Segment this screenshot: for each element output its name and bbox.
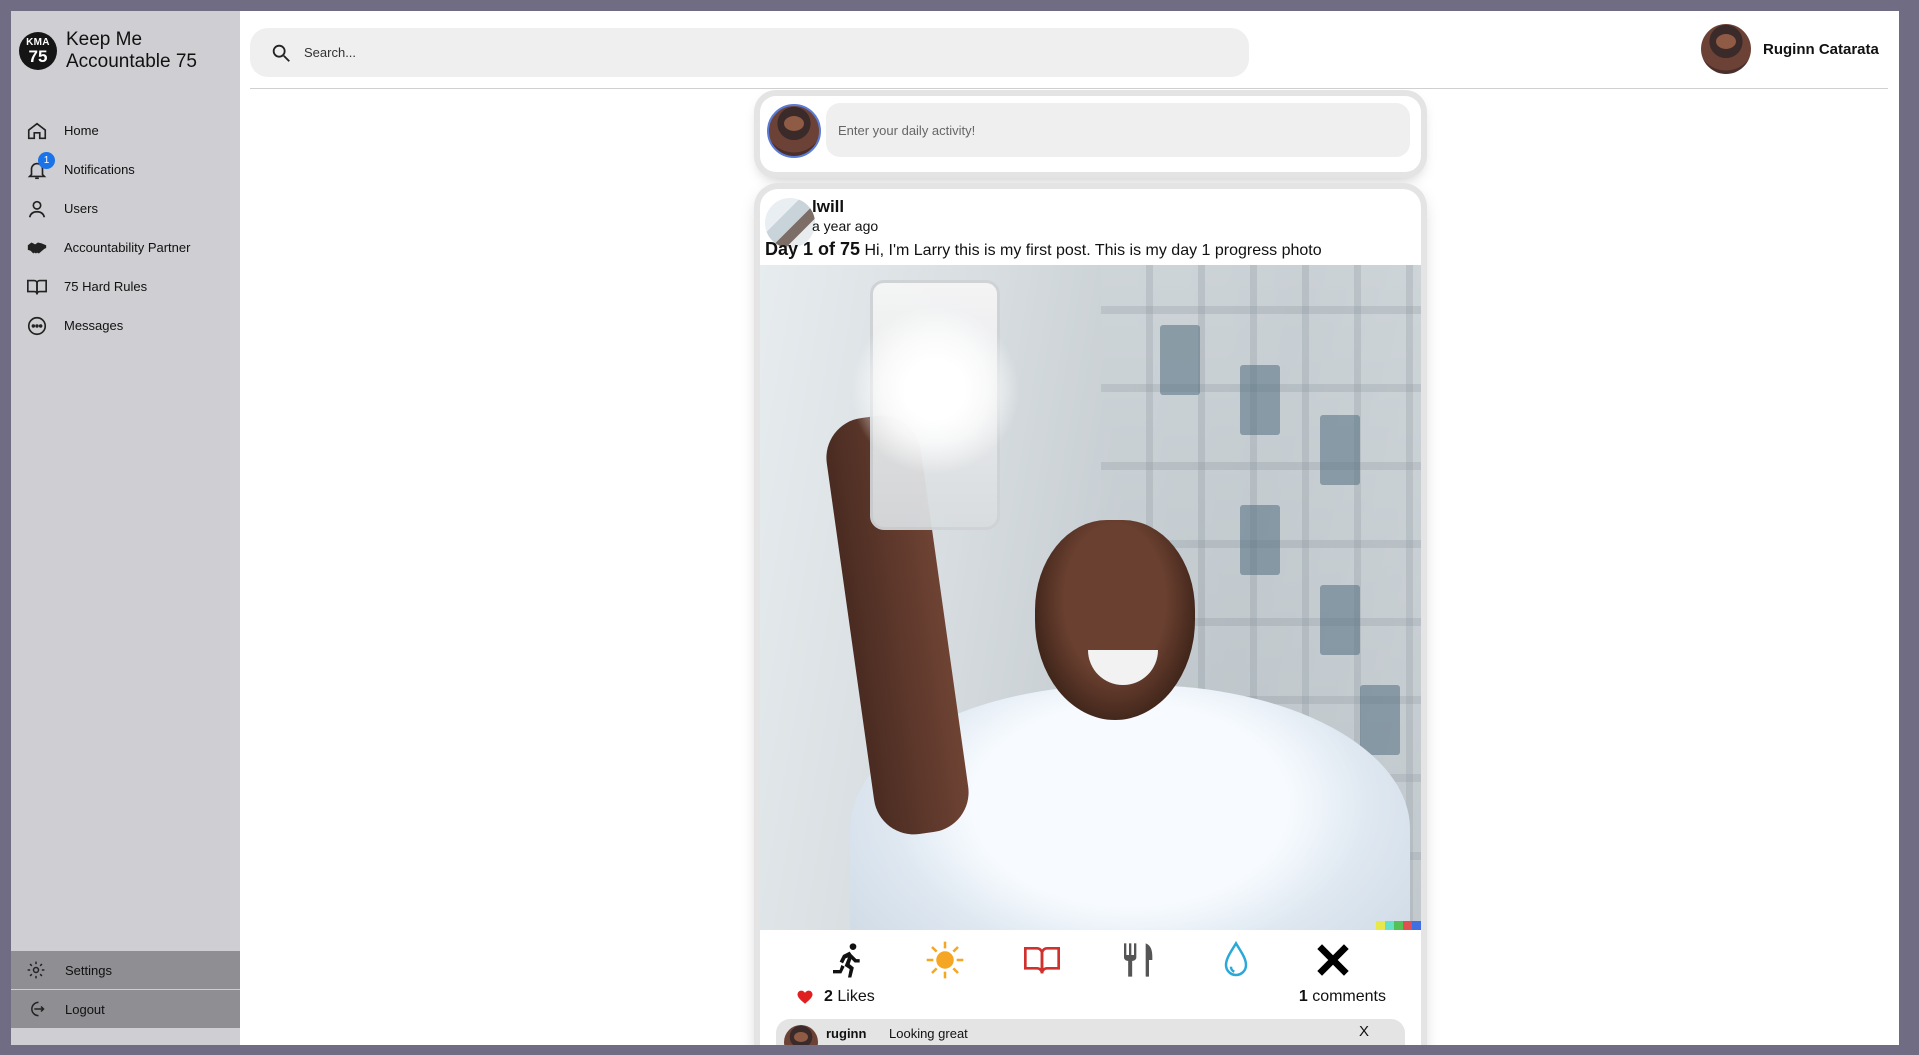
- home-icon: [27, 122, 47, 139]
- sidebar-item-label: Notifications: [64, 162, 135, 177]
- comments-count-button[interactable]: 1 comments: [1299, 988, 1386, 1006]
- handshake-icon: [27, 242, 47, 253]
- post-body: Hi, I'm Larry this is my first post. Thi…: [864, 242, 1322, 259]
- habit-water[interactable]: [1188, 932, 1285, 988]
- gear-icon: [27, 961, 45, 979]
- logout-label: Logout: [65, 1001, 105, 1017]
- post-day-label: Day 1 of 75: [765, 239, 861, 259]
- brand-logo-top: KMA: [26, 36, 50, 48]
- delete-comment-button[interactable]: X: [1359, 1023, 1369, 1040]
- avatar: [784, 1025, 818, 1045]
- photo-window: [1320, 585, 1360, 655]
- profile-name: Ruginn Catarata: [1763, 40, 1879, 58]
- comments-label: comments: [1312, 988, 1386, 1005]
- sidebar-nav: Home 1 Notifications Users Accountabilit…: [11, 111, 240, 345]
- habit-icons-row: [760, 932, 1421, 988]
- daily-activity-input[interactable]: [826, 103, 1410, 157]
- comment-text: Looking great: [889, 1026, 968, 1041]
- settings-button[interactable]: Settings: [11, 951, 240, 989]
- habit-workout[interactable]: [800, 932, 897, 988]
- habit-photo[interactable]: [1285, 932, 1382, 988]
- habit-reading[interactable]: [994, 932, 1091, 988]
- photo-flare: [850, 305, 1020, 475]
- settings-label: Settings: [65, 962, 112, 978]
- photo-window: [1240, 505, 1280, 575]
- user-icon: [28, 200, 46, 217]
- comments-count: 1: [1298, 988, 1308, 1005]
- sidebar-item-label: Accountability Partner: [64, 240, 191, 255]
- brand-name: Keep Me Accountable 75: [66, 29, 197, 72]
- open-book-icon: [1024, 947, 1060, 974]
- sidebar-item-label: Messages: [64, 318, 124, 333]
- likes-count: 2: [824, 988, 833, 1005]
- post-author-name[interactable]: lwill: [812, 197, 844, 217]
- sidebar-item-label: Users: [64, 201, 98, 216]
- comment-item: ruginn Looking great X: [776, 1019, 1405, 1045]
- photo-window: [1160, 325, 1200, 395]
- photo-color-swatch: [1376, 921, 1421, 930]
- like-button[interactable]: 2 Likes: [796, 988, 875, 1006]
- notification-badge: 1: [38, 152, 55, 169]
- brand-logo: KMA 75: [19, 32, 57, 70]
- x-mark-icon: [1317, 944, 1349, 976]
- logout-icon: [31, 1001, 45, 1017]
- sidebar-item-home[interactable]: Home: [11, 111, 240, 150]
- sidebar-item-75-hard-rules[interactable]: 75 Hard Rules: [11, 267, 240, 306]
- brand[interactable]: KMA 75 Keep Me Accountable 75: [19, 29, 226, 73]
- book-icon: [27, 279, 47, 294]
- habit-diet[interactable]: [1091, 932, 1188, 988]
- avatar: [1701, 24, 1751, 74]
- likes-count-text: 2 Likes: [824, 988, 875, 1006]
- post-timestamp: a year ago: [812, 218, 879, 234]
- sidebar: KMA 75 Keep Me Accountable 75 Home 1 Not…: [11, 11, 240, 1045]
- photo-window: [1360, 685, 1400, 755]
- sidebar-item-label: 75 Hard Rules: [64, 279, 148, 294]
- habit-outdoor[interactable]: [897, 932, 994, 988]
- sidebar-item-label: Home: [64, 123, 99, 138]
- post-composer: [760, 96, 1421, 172]
- search-bar[interactable]: [250, 28, 1249, 77]
- search-input[interactable]: [304, 45, 1204, 60]
- fork-knife-icon: [1124, 943, 1153, 977]
- post-caption: Day 1 of 75 Hi, I'm Larry this is my fir…: [765, 239, 1322, 260]
- brand-logo-bottom: 75: [28, 46, 48, 66]
- post-card: lwill a year ago Day 1 of 75 Hi, I'm Lar…: [760, 189, 1421, 1045]
- photo-head: [1035, 520, 1195, 720]
- app-window: KMA 75 Keep Me Accountable 75 Home 1 Not…: [11, 11, 1899, 1045]
- header-divider: [250, 88, 1888, 89]
- avatar: [767, 104, 821, 158]
- heart-icon: [797, 990, 813, 1004]
- water-drop-icon: [1224, 940, 1248, 977]
- sidebar-item-messages[interactable]: Messages: [11, 306, 240, 345]
- photo-window: [1320, 415, 1360, 485]
- logout-button[interactable]: Logout: [11, 990, 240, 1028]
- sidebar-item-users[interactable]: Users: [11, 189, 240, 228]
- sidebar-item-notifications[interactable]: 1 Notifications: [11, 150, 240, 189]
- chat-bubble-icon: [27, 316, 47, 335]
- post-photo[interactable]: [760, 265, 1421, 930]
- photo-window: [1240, 365, 1280, 435]
- sun-icon: [926, 941, 964, 979]
- search-icon: [272, 44, 290, 62]
- user-profile[interactable]: Ruginn Catarata: [1701, 24, 1879, 74]
- running-icon: [833, 943, 860, 978]
- sidebar-item-accountability-partner[interactable]: Accountability Partner: [11, 228, 240, 267]
- comment-author[interactable]: ruginn: [826, 1026, 866, 1041]
- likes-label: Likes: [837, 988, 875, 1005]
